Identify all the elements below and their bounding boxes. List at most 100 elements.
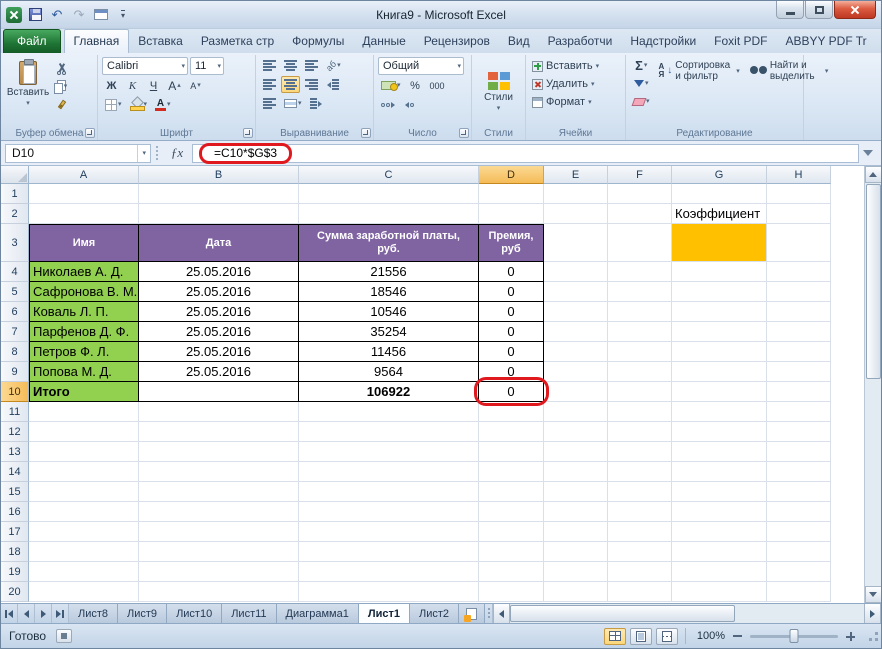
cell-H7[interactable] <box>767 322 831 342</box>
cell-H1[interactable] <box>767 184 831 204</box>
horizontal-scrollbar[interactable] <box>492 604 881 623</box>
redo-button[interactable]: ↷ <box>70 6 88 24</box>
underline-button[interactable]: Ч <box>144 77 163 94</box>
row-header-17[interactable]: 17 <box>1 522 29 542</box>
cell-B2[interactable] <box>139 204 299 224</box>
tab-Разработчи[interactable]: Разработчи <box>539 30 622 53</box>
cell-G14[interactable] <box>672 462 767 482</box>
cell-C14[interactable] <box>299 462 479 482</box>
cell-C16[interactable] <box>299 502 479 522</box>
tab-Главная[interactable]: Главная <box>64 29 130 53</box>
sheet-tab-Лист1[interactable]: Лист1 <box>359 604 410 623</box>
cell-H17[interactable] <box>767 522 831 542</box>
cell-C17[interactable] <box>299 522 479 542</box>
cell-B19[interactable] <box>139 562 299 582</box>
resize-grip[interactable] <box>865 628 879 644</box>
decrease-indent-button[interactable] <box>323 76 342 93</box>
cell-H20[interactable] <box>767 582 831 602</box>
horizontal-scroll-thumb[interactable] <box>510 605 735 622</box>
cell-A8[interactable]: Петров Ф. Л. <box>29 342 139 362</box>
cell-E15[interactable] <box>544 482 608 502</box>
tab-Рецензиров[interactable]: Рецензиров <box>415 30 499 53</box>
cell-D19[interactable] <box>479 562 544 582</box>
cell-E1[interactable] <box>544 184 608 204</box>
italic-button[interactable]: К <box>123 77 142 94</box>
cell-H2[interactable] <box>767 204 831 224</box>
row-header-2[interactable]: 2 <box>1 204 29 224</box>
sheet-tab-Лист11[interactable]: Лист11 <box>222 604 276 623</box>
cell-D4[interactable]: 0 <box>479 262 544 282</box>
cell-A2[interactable] <box>29 204 139 224</box>
cell-A1[interactable] <box>29 184 139 204</box>
cell-F17[interactable] <box>608 522 672 542</box>
cell-B18[interactable] <box>139 542 299 562</box>
cell-E11[interactable] <box>544 402 608 422</box>
dialog-launcher-icon[interactable] <box>243 128 253 138</box>
cell-E12[interactable] <box>544 422 608 442</box>
cell-H8[interactable] <box>767 342 831 362</box>
cell-B14[interactable] <box>139 462 299 482</box>
autosum-button[interactable]: Σ▾ <box>630 57 653 74</box>
cell-G18[interactable] <box>672 542 767 562</box>
cell-G1[interactable] <box>672 184 767 204</box>
cell-E5[interactable] <box>544 282 608 302</box>
cell-C18[interactable] <box>299 542 479 562</box>
cell-B10[interactable] <box>139 382 299 402</box>
cell-G4[interactable] <box>672 262 767 282</box>
row-header-5[interactable]: 5 <box>1 282 29 302</box>
row-header-9[interactable]: 9 <box>1 362 29 382</box>
normal-view-button[interactable] <box>604 628 626 645</box>
cell-B5[interactable]: 25.05.2016 <box>139 282 299 302</box>
column-header-C[interactable]: C <box>299 166 479 184</box>
cell-E4[interactable] <box>544 262 608 282</box>
cell-G2[interactable]: Коэффициент <box>672 204 767 224</box>
cell-G8[interactable] <box>672 342 767 362</box>
minimize-button[interactable] <box>776 1 804 19</box>
cell-F8[interactable] <box>608 342 672 362</box>
cell-A20[interactable] <box>29 582 139 602</box>
page-break-view-button[interactable] <box>656 628 678 645</box>
cell-B4[interactable]: 25.05.2016 <box>139 262 299 282</box>
delete-cells-button[interactable]: Удалить▾ <box>530 75 621 93</box>
styles-button[interactable]: Стили ▾ <box>476 57 521 126</box>
cell-G6[interactable] <box>672 302 767 322</box>
cell-D12[interactable] <box>479 422 544 442</box>
zoom-in-button[interactable] <box>846 632 855 641</box>
sheet-tab-Лист10[interactable]: Лист10 <box>167 604 222 623</box>
row-header-13[interactable]: 13 <box>1 442 29 462</box>
tab-Foxit PDF[interactable]: Foxit PDF <box>705 30 776 53</box>
macro-record-button[interactable] <box>56 629 72 643</box>
zoom-slider-thumb[interactable] <box>790 629 799 643</box>
cell-H19[interactable] <box>767 562 831 582</box>
cell-G16[interactable] <box>672 502 767 522</box>
scroll-up-button[interactable] <box>865 166 882 183</box>
undo-button[interactable]: ↶ <box>48 6 66 24</box>
cell-B20[interactable] <box>139 582 299 602</box>
font-size-combo[interactable]: 11▾ <box>190 57 224 75</box>
dialog-launcher-icon[interactable] <box>361 128 371 138</box>
cell-A3[interactable]: Имя <box>29 224 139 262</box>
cell-D14[interactable] <box>479 462 544 482</box>
cell-G7[interactable] <box>672 322 767 342</box>
cell-D10[interactable]: 0 <box>479 382 544 402</box>
cell-F2[interactable] <box>608 204 672 224</box>
format-cells-button[interactable]: Формат▾ <box>530 93 621 111</box>
cell-F1[interactable] <box>608 184 672 204</box>
cell-E2[interactable] <box>544 204 608 224</box>
tab-splitter[interactable] <box>485 604 492 623</box>
cell-D20[interactable] <box>479 582 544 602</box>
cell-C2[interactable] <box>299 204 479 224</box>
cell-F16[interactable] <box>608 502 672 522</box>
cell-D6[interactable]: 0 <box>479 302 544 322</box>
cell-G11[interactable] <box>672 402 767 422</box>
cell-E16[interactable] <box>544 502 608 522</box>
row-header-8[interactable]: 8 <box>1 342 29 362</box>
cell-G5[interactable] <box>672 282 767 302</box>
cell-H4[interactable] <box>767 262 831 282</box>
cell-B11[interactable] <box>139 402 299 422</box>
clear-button[interactable]: ▾ <box>630 93 653 110</box>
sheet-tab-Лист8[interactable]: Лист8 <box>69 604 118 623</box>
cell-B12[interactable] <box>139 422 299 442</box>
cell-G17[interactable] <box>672 522 767 542</box>
tab-Данные[interactable]: Данные <box>353 30 414 53</box>
